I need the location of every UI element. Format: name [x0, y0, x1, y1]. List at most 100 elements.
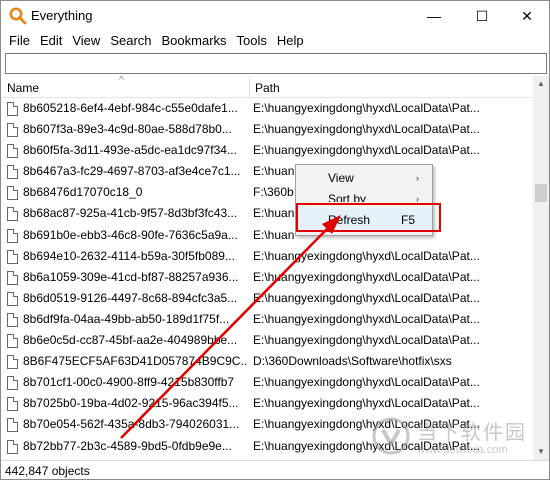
- file-icon: [7, 312, 18, 327]
- file-icon: [7, 270, 18, 285]
- file-name-cell: 8b694e10-2632-4114-b59a-30f5fb089...: [23, 248, 235, 263]
- close-button[interactable]: ✕: [504, 1, 550, 31]
- file-icon: [7, 376, 18, 391]
- table-row[interactable]: 8B6F475ECF5AF63D41D057874B9C9C... D:\360D…: [1, 351, 533, 372]
- file-icon: [7, 291, 18, 306]
- file-name-cell: 8b6a1059-309e-41cd-bf87-88257a936...: [23, 269, 239, 284]
- menu-edit[interactable]: Edit: [35, 31, 67, 51]
- close-icon: ✕: [521, 7, 533, 24]
- minimize-icon: —: [427, 8, 441, 24]
- file-icon: [7, 123, 18, 138]
- file-path-cell: D:\360Downloads\Software\hotfix\sxs: [253, 354, 452, 369]
- table-row[interactable]: 8b60f5fa-3d11-493e-a5dc-ea1dc97f34... E:\…: [1, 140, 533, 161]
- file-icon: [7, 334, 18, 349]
- table-row[interactable]: 8b6df9fa-04aa-49bb-ab50-189d1f75f... E:\h…: [1, 309, 533, 330]
- file-name-cell: 8b68476d17070c18_0: [23, 185, 143, 200]
- menu-view[interactable]: View: [67, 31, 105, 51]
- watermark: 当下软件园 www.downxia.com: [371, 414, 546, 464]
- file-path-cell: E:\huangyexingdong\hyxd\LocalData\Pat...: [253, 269, 480, 284]
- file-name-cell: 8b60f5fa-3d11-493e-a5dc-ea1dc97f34...: [23, 143, 237, 158]
- table-row[interactable]: 8b68476d17070c18_0 F:\360b: [1, 182, 533, 203]
- table-row[interactable]: 8b6467a3-fc29-4697-8703-af3e4ce7c1... E:\…: [1, 161, 533, 182]
- table-row[interactable]: 8b607f3a-89e3-4c9d-80ae-588d78b0... E:\hu…: [1, 119, 533, 140]
- column-header-name[interactable]: Name: [7, 81, 39, 95]
- title-bar[interactable]: Everything — ☐ ✕: [1, 1, 549, 31]
- file-icon: [7, 355, 18, 370]
- results-list: Name ^ Path 8b605218-6ef4-4ebf-984c-c55e…: [1, 76, 549, 460]
- file-icon: [7, 397, 18, 412]
- file-path-cell: E:\huangyexingdong\hyxd\LocalData\Pat...: [253, 248, 480, 263]
- menu-file[interactable]: File: [4, 31, 35, 51]
- search-box: [5, 53, 547, 74]
- file-name-cell: 8b70e054-562f-435a-8db3-794026031...: [23, 417, 240, 432]
- file-name-cell: 8b6df9fa-04aa-49bb-ab50-189d1f75f...: [23, 311, 230, 326]
- column-header-path[interactable]: Path: [255, 81, 280, 95]
- sort-ascending-icon: ^: [119, 76, 124, 86]
- file-icon: [7, 102, 18, 116]
- file-icon: [7, 144, 18, 159]
- refresh-highlight-box: [296, 203, 441, 232]
- file-name-cell: 8b605218-6ef4-4ebf-984c-c55e0dafe1...: [23, 101, 238, 115]
- table-row[interactable]: 8b694e10-2632-4114-b59a-30f5fb089... E:\h…: [1, 246, 533, 267]
- file-icon: [7, 249, 18, 264]
- result-rows: 8b605218-6ef4-4ebf-984c-c55e0dafe1... E:\…: [1, 98, 533, 457]
- file-name-cell: 8b6467a3-fc29-4697-8703-af3e4ce7c1...: [23, 164, 241, 179]
- context-menu-view[interactable]: View ›: [296, 167, 432, 189]
- file-icon: [7, 439, 18, 454]
- table-row[interactable]: 8b6d0519-9126-4497-8c68-894cfc3a5... E:\h…: [1, 288, 533, 309]
- table-row[interactable]: 8b68ac87-925a-41cb-9f57-8d3bf3fc43... E:\…: [1, 203, 533, 224]
- vertical-scrollbar[interactable]: ▲ ▼: [533, 76, 549, 460]
- column-divider[interactable]: [249, 76, 250, 98]
- file-path-cell: E:\huangyexingdong\hyxd\LocalData\Pat...: [253, 101, 480, 115]
- scroll-up-icon[interactable]: ▲: [533, 76, 549, 92]
- file-icon: [7, 418, 18, 433]
- submenu-arrow-icon: ›: [416, 194, 419, 202]
- table-row[interactable]: 8b6e0c5d-cc87-45bf-aa2e-404989bbe... E:\h…: [1, 330, 533, 351]
- file-name-cell: 8b72bb77-2b3c-4589-9bd5-0fdb9e9e...: [23, 438, 232, 453]
- file-name-cell: 8b7025b0-19ba-4d02-9215-96ac394f5...: [23, 396, 239, 411]
- table-row[interactable]: 8b605218-6ef4-4ebf-984c-c55e0dafe1... E:\…: [1, 98, 533, 119]
- file-name-cell: 8B6F475ECF5AF63D41D057874B9C9C...: [23, 354, 247, 369]
- minimize-button[interactable]: —: [411, 1, 457, 31]
- file-path-cell: E:\huangyexingdong\hyxd\LocalData\Pat...: [253, 375, 480, 390]
- file-path-cell: E:\huangyexingdong\hyxd\LocalData\Pat...: [253, 290, 480, 305]
- table-row[interactable]: 8b691b0e-ebb3-46c8-90fe-7636c5a9a... E:\h…: [1, 225, 533, 246]
- scroll-thumb[interactable]: [535, 184, 547, 202]
- search-input[interactable]: [6, 54, 546, 73]
- menu-help[interactable]: Help: [272, 31, 309, 51]
- context-menu-view-label: View: [328, 171, 354, 185]
- table-row[interactable]: 8b701cf1-00c0-4900-8ff9-4215b830ffb7 E:\h…: [1, 372, 533, 393]
- file-name-cell: 8b607f3a-89e3-4c9d-80ae-588d78b0...: [23, 122, 232, 137]
- file-name-cell: 8b6d0519-9126-4497-8c68-894cfc3a5...: [23, 290, 238, 305]
- file-path-cell: E:\huangyexingdong\hyxd\LocalData\Pat...: [253, 311, 480, 326]
- table-row[interactable]: 8b6a1059-309e-41cd-bf87-88257a936... E:\h…: [1, 267, 533, 288]
- window-title: Everything: [31, 8, 93, 23]
- file-name-cell: 8b6e0c5d-cc87-45bf-aa2e-404989bbe...: [23, 333, 238, 348]
- watermark-logo-icon: [372, 417, 410, 455]
- file-icon: [7, 165, 18, 180]
- menu-tools[interactable]: Tools: [232, 31, 272, 51]
- maximize-button[interactable]: ☐: [459, 1, 505, 31]
- submenu-arrow-icon: ›: [416, 173, 419, 183]
- menu-bar: File Edit View Search Bookmarks Tools He…: [1, 31, 549, 51]
- object-count: 442,847 objects: [5, 464, 90, 478]
- file-name-cell: 8b68ac87-925a-41cb-9f57-8d3bf3fc43...: [23, 206, 238, 221]
- menu-bookmarks[interactable]: Bookmarks: [157, 31, 232, 51]
- file-path-cell: E:\huangyexingdong\hyxd\LocalData\Pat...: [253, 122, 480, 137]
- file-name-cell: 8b691b0e-ebb3-46c8-90fe-7636c5a9a...: [23, 227, 238, 242]
- menu-search[interactable]: Search: [105, 31, 156, 51]
- table-row[interactable]: 8b7025b0-19ba-4d02-9215-96ac394f5... E:\h…: [1, 393, 533, 414]
- file-name-cell: 8b701cf1-00c0-4900-8ff9-4215b830ffb7: [23, 375, 235, 390]
- file-path-cell: E:\huangyexingdong\hyxd\LocalData\Pat...: [253, 333, 480, 348]
- app-window: Everything — ☐ ✕ File Edit View Search B…: [0, 0, 550, 480]
- file-path-cell: E:\huangyexingdong\hyxd\LocalData\Pat...: [253, 143, 480, 158]
- column-header: Name ^ Path: [1, 76, 533, 98]
- file-icon: [7, 207, 18, 222]
- file-icon: [7, 186, 18, 201]
- file-path-cell: E:\huangyexingdong\hyxd\LocalData\Pat...: [253, 396, 480, 411]
- watermark-text: 当下软件园: [417, 420, 527, 444]
- watermark-url: www.downxia.com: [417, 444, 508, 456]
- everything-app-icon: [9, 7, 27, 25]
- context-menu-sort-by[interactable]: Sort by ›: [296, 188, 432, 202]
- maximize-icon: ☐: [475, 7, 489, 24]
